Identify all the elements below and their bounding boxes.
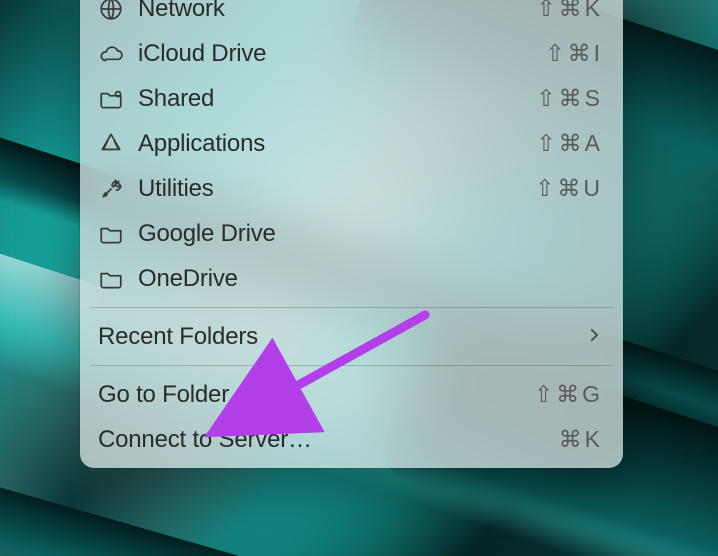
menu-item-shortcut: ⇧⌘G [534,381,603,408]
menu-item-utilities[interactable]: Utilities ⇧⌘U [86,166,617,211]
menu-item-label: Shared [138,85,214,113]
menu-item-shortcut: ⌘K [559,426,603,453]
menu-item-label: Go to Folder… [98,381,253,409]
menu-item-label: Applications [138,130,265,158]
menu-item-shortcut: ⇧⌘U [535,175,603,202]
chevron-right-icon [585,323,603,351]
menu-item-label: Network [138,0,225,23]
menu-item-network[interactable]: Network ⇧⌘K [86,0,617,31]
menu-item-label: iCloud Drive [138,40,266,68]
cloud-icon [98,41,132,67]
menu-item-label: OneDrive [138,265,238,293]
shared-folder-icon [98,86,132,112]
menu-item-applications[interactable]: Applications ⇧⌘A [86,121,617,166]
globe-icon [98,0,132,22]
menu-item-shortcut: ⇧⌘K [536,0,603,22]
menu-item-shortcut: ⇧⌘A [536,130,603,157]
menu-item-shared[interactable]: Shared ⇧⌘S [86,76,617,121]
folder-icon [98,266,132,292]
menu-item-label: Connect to Server… [98,426,312,454]
menu-item-shortcut: ⇧⌘S [536,85,603,112]
menu-separator [90,307,613,308]
menu-item-label: Recent Folders [98,323,258,351]
menu-separator [90,365,613,366]
menu-item-recent-folders[interactable]: Recent Folders [86,314,617,359]
menu-item-go-to-folder[interactable]: Go to Folder… ⇧⌘G [86,372,617,417]
menu-item-google-drive[interactable]: Google Drive [86,211,617,256]
menu-item-shortcut: ⇧⌘I [545,40,603,67]
menu-item-icloud-drive[interactable]: iCloud Drive ⇧⌘I [86,31,617,76]
menu-item-label: Utilities [138,175,214,203]
go-menu-dropdown: Network ⇧⌘K iCloud Drive ⇧⌘I Shared ⇧⌘S … [80,0,623,468]
menu-item-onedrive[interactable]: OneDrive [86,256,617,301]
applications-icon [98,131,132,157]
menu-item-label: Google Drive [138,220,276,248]
menu-item-connect-to-server[interactable]: Connect to Server… ⌘K [86,417,617,462]
utilities-icon [98,176,132,202]
folder-icon [98,221,132,247]
